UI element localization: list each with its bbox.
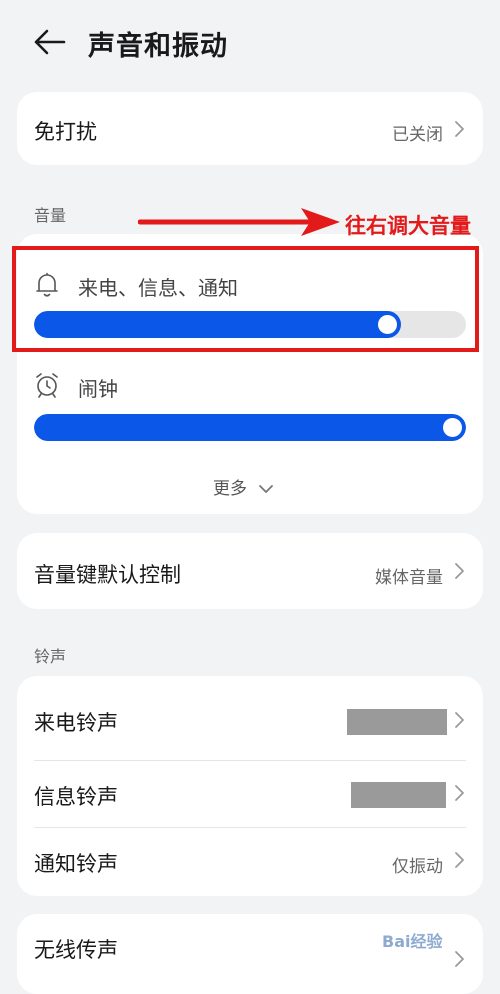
chevron-right-icon: [455, 785, 464, 801]
annotation-text: 往右调大音量: [345, 214, 471, 238]
notification-ringtone-row[interactable]: 通知铃声 仅振动: [17, 828, 483, 896]
chevron-right-icon: [455, 563, 464, 579]
chevron-right-icon: [455, 121, 464, 137]
volume-key-label: 音量键默认控制: [34, 563, 181, 587]
alarm-clock-icon: [36, 373, 58, 398]
annotation-highlight-box: [12, 246, 479, 352]
chevron-right-icon: [455, 712, 464, 728]
alarm-volume-fill: [34, 414, 466, 441]
message-ringtone-label: 信息铃声: [34, 785, 118, 809]
volume-key-row[interactable]: 音量键默认控制 媒体音量: [17, 533, 483, 609]
message-ringtone-row[interactable]: 信息铃声: [17, 761, 483, 827]
dnd-row[interactable]: 免打扰 已关闭: [17, 92, 483, 165]
ringtone-section-title: 铃声: [34, 647, 67, 666]
alarm-volume-slider[interactable]: [34, 414, 466, 441]
dnd-value: 已关闭: [392, 125, 443, 145]
watermark: Bai经验: [382, 932, 443, 951]
more-toggle[interactable]: 更多: [213, 474, 274, 499]
notification-ringtone-value: 仅振动: [392, 857, 443, 877]
page-title: 声音和振动: [88, 31, 228, 62]
wireless-audio-label: 无线传声: [34, 938, 118, 962]
chevron-right-icon: [455, 852, 464, 868]
top-bar: 声音和振动: [0, 0, 500, 86]
message-ringtone-value: [351, 782, 446, 808]
notification-ringtone-label: 通知铃声: [34, 852, 118, 876]
call-ringtone-value: [347, 709, 447, 735]
dnd-label: 免打扰: [34, 120, 97, 144]
call-ringtone-label: 来电铃声: [34, 711, 118, 735]
volume-section-title: 音量: [34, 206, 67, 225]
wireless-audio-row[interactable]: 无线传声: [17, 914, 483, 994]
chevron-right-icon: [455, 951, 464, 967]
back-arrow-icon[interactable]: [32, 28, 66, 56]
volume-key-value: 媒体音量: [375, 568, 443, 588]
more-label: 更多: [213, 479, 247, 499]
chevron-down-icon: [259, 485, 273, 493]
annotation-arrow: [138, 208, 340, 236]
alarm-volume-thumb[interactable]: [443, 418, 462, 437]
ringtone-card: 来电铃声 信息铃声 通知铃声 仅振动: [17, 676, 483, 896]
call-ringtone-row[interactable]: 来电铃声: [17, 676, 483, 760]
alarm-volume-label: 闹钟: [78, 377, 118, 401]
